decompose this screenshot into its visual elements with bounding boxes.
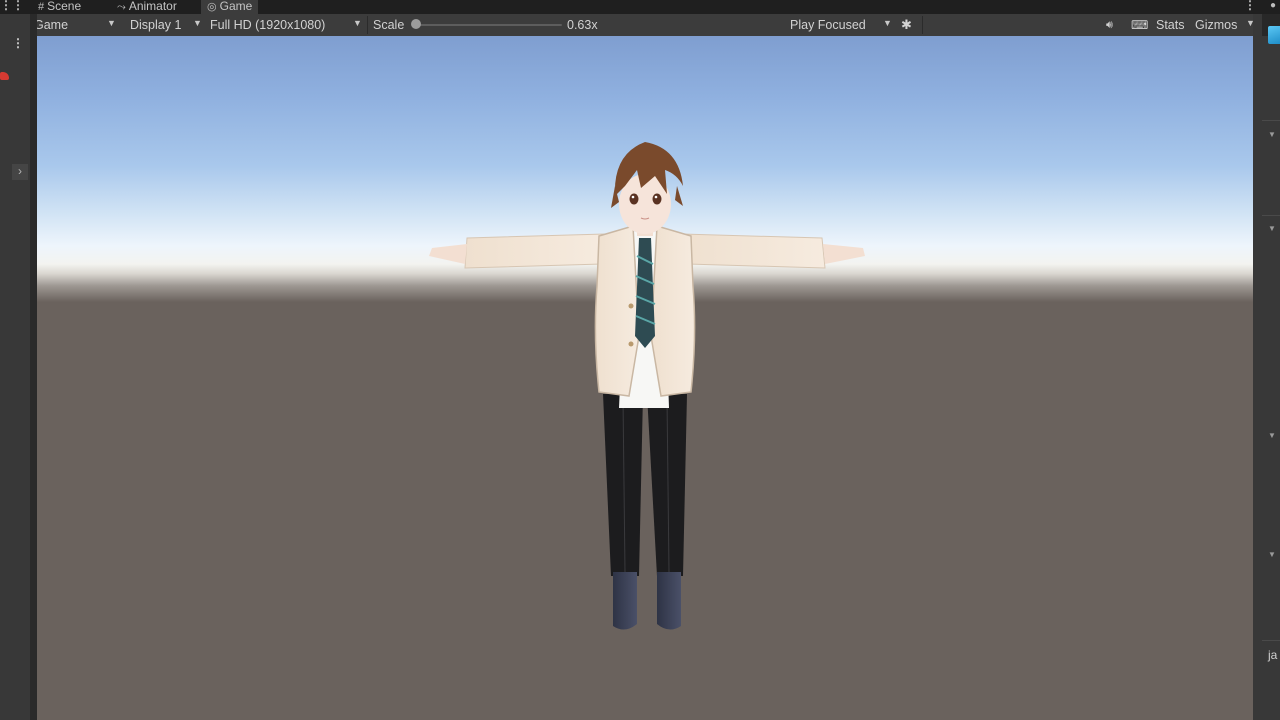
display-chevron-icon[interactable]: ▼	[193, 18, 202, 28]
animator-icon: ⤳	[117, 1, 126, 13]
right-panel-divider	[1262, 640, 1280, 641]
inspector-info-icon[interactable]: ●	[1270, 0, 1276, 11]
character-head	[611, 142, 683, 236]
tab-scene[interactable]: # Scene	[38, 0, 81, 14]
tab-animator[interactable]: ⤳ Animator	[117, 0, 177, 14]
cube-icon	[1268, 26, 1280, 44]
tab-game-label: Game	[219, 0, 253, 13]
toolbar-divider	[922, 16, 923, 34]
red-object-icon	[0, 72, 9, 80]
resolution-dropdown[interactable]: Full HD (1920x1080)	[210, 17, 325, 33]
tab-scene-label: Scene	[47, 0, 82, 13]
play-mode-dropdown[interactable]: Play Focused	[790, 17, 866, 33]
tab-game[interactable]: ◎ Game	[201, 0, 259, 14]
scale-label: Scale	[373, 18, 405, 32]
character-model	[429, 142, 865, 630]
play-mode-chevron-icon[interactable]: ▼	[883, 18, 892, 28]
scale-value: 0.63x	[567, 18, 598, 32]
resolution-chevron-icon[interactable]: ▼	[353, 18, 362, 28]
panel-menu-icon[interactable]: ⋮	[0, 0, 12, 12]
view-mode-chevron-icon[interactable]: ▼	[107, 18, 116, 28]
collapse-arrow-icon[interactable]: ▼	[1268, 550, 1276, 559]
gamepad-icon: ◎	[207, 1, 217, 13]
collapse-arrow-icon[interactable]: ▼	[1268, 224, 1276, 233]
character-torso	[594, 225, 696, 408]
game-tab-menu-icon[interactable]: ⋮	[1244, 0, 1256, 12]
left-panel-menu-icon[interactable]: ⋮	[12, 36, 24, 50]
right-panel-divider	[1262, 120, 1280, 121]
left-pane-menu-icon[interactable]: ⋮	[12, 0, 24, 12]
gizmos-button[interactable]: Gizmos	[1195, 17, 1237, 33]
keyboard-icon[interactable]: ⌨	[1131, 17, 1148, 33]
collapse-arrow-icon[interactable]: ▼	[1268, 431, 1276, 440]
collapse-arrow-icon[interactable]: ▼	[1268, 130, 1276, 139]
view-mode-dropdown[interactable]: Game	[34, 17, 68, 33]
tab-animator-label: Animator	[128, 0, 177, 13]
panel-splitter[interactable]	[30, 14, 37, 720]
tab-bar: ⋮ ⋮ # Scene ⤳ Animator ◎ Game ⋮ ●	[0, 0, 1280, 14]
stats-button[interactable]: Stats	[1156, 17, 1185, 33]
character-shoes	[613, 572, 681, 630]
scale-slider[interactable]	[414, 24, 562, 26]
game-toolbar: Game ▼ Display 1 ▼ Full HD (1920x1080) ▼…	[0, 14, 1262, 37]
bug-icon[interactable]: ✱	[901, 17, 912, 33]
game-viewport[interactable]	[37, 36, 1253, 720]
display-dropdown[interactable]: Display 1	[130, 17, 181, 33]
mute-audio-icon[interactable]: 🔊︎	[1106, 17, 1113, 33]
expand-arrow-icon[interactable]: ›	[12, 164, 28, 180]
character-legs	[603, 394, 687, 576]
scale-slider-thumb[interactable]	[411, 19, 421, 29]
right-panel-label: ja	[1268, 648, 1278, 662]
left-side-panel: ⋮ ›	[0, 14, 31, 720]
grid-icon: #	[38, 1, 45, 13]
toolbar-divider	[367, 16, 368, 34]
right-panel-divider	[1262, 215, 1280, 216]
